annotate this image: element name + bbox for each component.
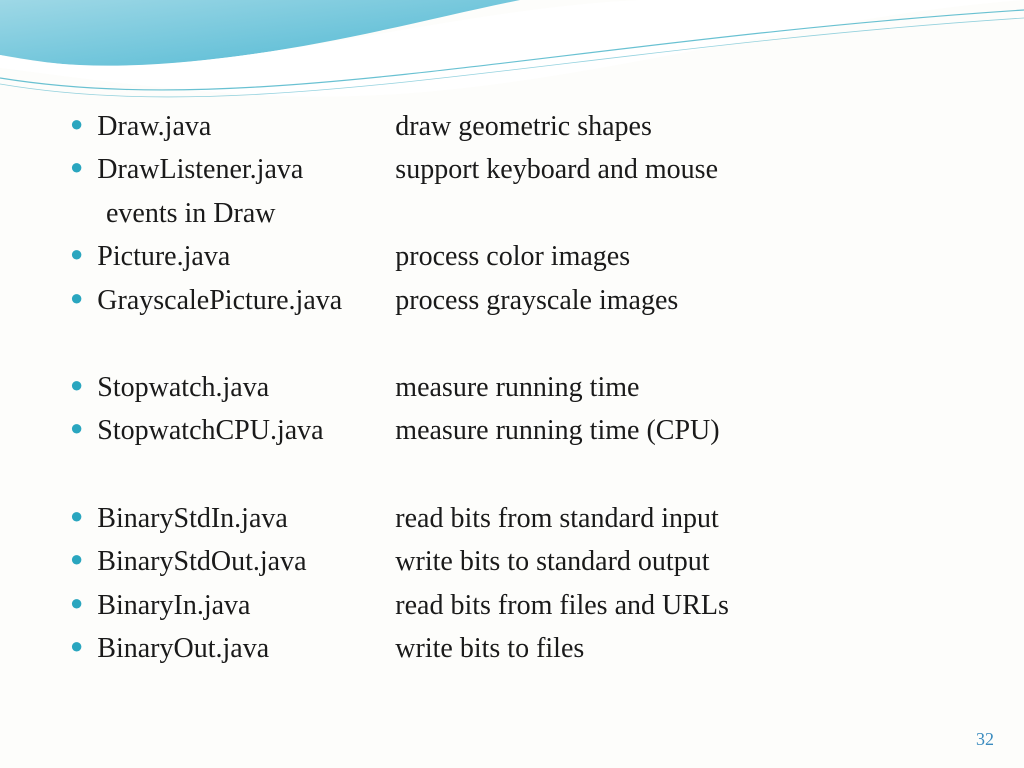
bullet-icon: ● xyxy=(70,239,83,270)
item-label: BinaryStdIn.java xyxy=(97,497,395,540)
list-item: ● DrawListener.java support keyboard and… xyxy=(70,148,964,191)
list-item: ● Stopwatch.java measure running time xyxy=(70,366,964,409)
list-item: ● BinaryOut.java write bits to files xyxy=(70,627,964,670)
list-item: ● GrayscalePicture.java process grayscal… xyxy=(70,279,964,322)
item-desc: read bits from standard input xyxy=(395,497,964,540)
list-item: ● BinaryIn.java read bits from files and… xyxy=(70,584,964,627)
item-desc: measure running time xyxy=(395,366,964,409)
list-item: ● Draw.java draw geometric shapes xyxy=(70,105,964,148)
page-number: 32 xyxy=(976,729,994,750)
list-item: ● StopwatchCPU.java measure running time… xyxy=(70,409,964,452)
list-group: ● Stopwatch.java measure running time ● … xyxy=(70,366,964,453)
bullet-icon: ● xyxy=(70,544,83,575)
item-desc: draw geometric shapes xyxy=(395,105,964,148)
list-group: ● BinaryStdIn.java read bits from standa… xyxy=(70,497,964,671)
bullet-icon: ● xyxy=(70,370,83,401)
item-desc: write bits to files xyxy=(395,627,964,670)
item-desc: process grayscale images xyxy=(395,279,964,322)
item-desc: write bits to standard output xyxy=(395,540,964,583)
bullet-icon: ● xyxy=(70,501,83,532)
item-label: BinaryStdOut.java xyxy=(97,540,395,583)
item-label: Stopwatch.java xyxy=(97,366,395,409)
item-label: Draw.java xyxy=(97,105,395,148)
item-label: BinaryIn.java xyxy=(97,584,395,627)
bullet-icon: ● xyxy=(70,631,83,662)
item-desc: read bits from files and URLs xyxy=(395,584,964,627)
slide-body: ● Draw.java draw geometric shapes ● Draw… xyxy=(70,105,964,670)
bullet-icon: ● xyxy=(70,152,83,183)
bullet-icon: ● xyxy=(70,283,83,314)
list-item: ● Picture.java process color images xyxy=(70,235,964,278)
item-label: Picture.java xyxy=(97,235,395,278)
bullet-icon: ● xyxy=(70,588,83,619)
bullet-icon: ● xyxy=(70,413,83,444)
list-group: ● Draw.java draw geometric shapes ● Draw… xyxy=(70,105,964,322)
list-item: ● BinaryStdOut.java write bits to standa… xyxy=(70,540,964,583)
item-label: GrayscalePicture.java xyxy=(97,279,395,322)
bullet-icon: ● xyxy=(70,109,83,140)
item-label: DrawListener.java xyxy=(97,148,395,191)
item-desc: process color images xyxy=(395,235,964,278)
list-item: ● BinaryStdIn.java read bits from standa… xyxy=(70,497,964,540)
item-desc: support keyboard and mouse xyxy=(395,148,964,191)
item-label: StopwatchCPU.java xyxy=(97,409,395,452)
item-label: BinaryOut.java xyxy=(97,627,395,670)
item-desc-wrap: events in Draw xyxy=(106,192,964,235)
item-desc: measure running time (CPU) xyxy=(395,409,964,452)
